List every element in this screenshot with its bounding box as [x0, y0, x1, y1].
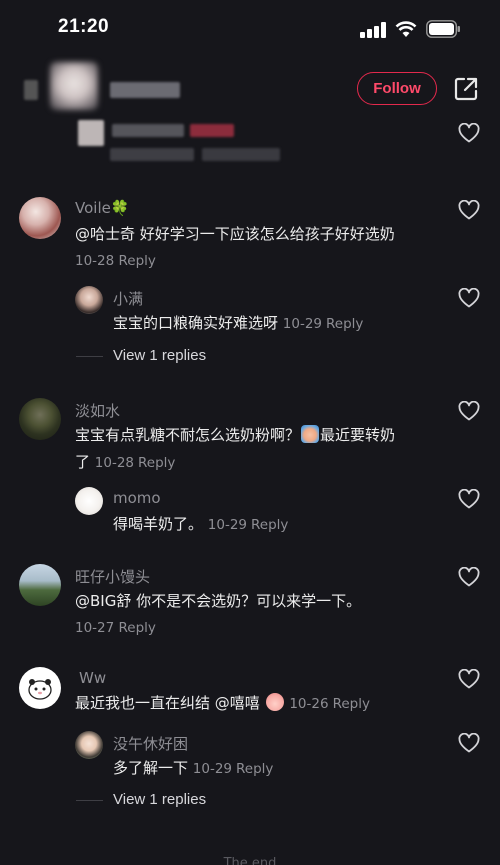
follow-button[interactable]: Follow: [357, 72, 437, 105]
reply-date: 10-29: [207, 517, 248, 533]
comment-text-part: 宝宝有点乳糖不耐怎么选奶粉啊？: [75, 426, 301, 444]
reply-text: 得喝羊奶了。 10-29 Reply: [113, 513, 288, 537]
comment-text: 宝宝有点乳糖不耐怎么选奶粉啊？ 最近要转奶: [75, 424, 395, 447]
reply-username[interactable]: 没午休好困: [113, 733, 188, 754]
avatar[interactable]: [19, 564, 61, 606]
share-external-icon[interactable]: [453, 76, 479, 102]
reply-username[interactable]: momo: [113, 489, 161, 507]
view-replies-button[interactable]: View 1 replies: [75, 791, 206, 808]
reply-username[interactable]: 小满: [113, 288, 143, 309]
reply-date: 10-29: [192, 761, 233, 777]
avatar[interactable]: [75, 487, 103, 515]
reply-text-content: 得喝羊奶了。: [113, 515, 204, 533]
status-time: 21:20: [58, 16, 110, 37]
heart-outline-icon[interactable]: [458, 733, 480, 753]
avatar[interactable]: [19, 197, 61, 239]
caption-meta2-blurred: [202, 148, 280, 161]
reply-button[interactable]: Reply: [326, 316, 363, 332]
author-name-blurred: [110, 82, 180, 98]
comment-meta: 10-27 Reply: [75, 620, 156, 636]
comment-meta: 10-26 Reply: [289, 696, 370, 712]
reply-meta: 10-29 Reply: [208, 517, 289, 533]
reply-text: 多了解一下 10-29 Reply: [113, 757, 273, 781]
comment-date: 10-28: [94, 455, 135, 471]
comment-date: 10-27: [75, 620, 115, 636]
heart-outline-icon[interactable]: [458, 288, 480, 308]
reply-text-content: 多了解一下: [113, 759, 189, 777]
comment-text: @哈士奇 好好学习一下应该怎么给孩子好好选奶: [75, 225, 395, 243]
comment-username[interactable]: 淡如水: [75, 400, 120, 421]
reply-button[interactable]: Reply: [119, 620, 156, 636]
comment-meta: 10-28 Reply: [95, 455, 176, 471]
reply-meta: 10-29 Reply: [283, 316, 364, 332]
comment-date: 10-28: [75, 253, 115, 269]
comment-date: 10-26: [289, 696, 329, 712]
caption-meta-blurred: [110, 148, 194, 161]
caption-avatar-blurred: [78, 120, 104, 146]
wifi-icon: [395, 21, 417, 37]
comment-text-part: 最近要转奶: [320, 426, 396, 444]
reply-button[interactable]: Reply: [333, 696, 370, 712]
panda-sticker-icon: [28, 679, 52, 700]
author-avatar[interactable]: [50, 62, 98, 110]
back-arrow-icon[interactable]: [24, 80, 38, 100]
caption-text-blurred: [112, 124, 184, 137]
caption-highlight-blurred: [190, 124, 234, 137]
comment-text-line2: 了 10-28 Reply: [75, 451, 175, 475]
reply-text: 宝宝的口粮确实好难选呀 10-29 Reply: [113, 312, 363, 336]
comment-username[interactable]: 旺仔小馒头: [75, 566, 150, 587]
avatar[interactable]: [19, 398, 61, 440]
reply-button[interactable]: Reply: [236, 761, 273, 777]
cellular-signal-icon: [360, 22, 386, 38]
heart-outline-icon[interactable]: [458, 567, 480, 587]
avatar[interactable]: [75, 731, 103, 759]
reply-button[interactable]: Reply: [138, 455, 175, 471]
comment-text: @BIG舒 你不是不会选奶？可以来学一下。: [75, 592, 362, 610]
heart-outline-icon[interactable]: [458, 200, 480, 220]
peach-face-emoji: [265, 693, 284, 711]
reply-date: 10-29: [282, 316, 323, 332]
reply-button[interactable]: Reply: [119, 253, 156, 269]
comment-username[interactable]: Voile🍀: [75, 199, 130, 217]
reply-text-content: 宝宝的口粮确实好难选呀: [113, 314, 279, 332]
heart-outline-icon[interactable]: [458, 669, 480, 689]
view-replies-button[interactable]: View 1 replies: [75, 347, 206, 364]
comment-text-part: 了: [75, 453, 91, 471]
comment-meta: 10-28 Reply: [75, 253, 156, 269]
comment-username[interactable]: Ww: [79, 669, 106, 687]
heart-outline-icon[interactable]: [458, 123, 480, 143]
avatar[interactable]: [75, 286, 103, 314]
battery-icon: [426, 20, 460, 38]
end-of-list-label: The end: [223, 856, 277, 865]
heart-outline-icon[interactable]: [458, 489, 480, 509]
reply-meta: 10-29 Reply: [193, 761, 274, 777]
heart-outline-icon[interactable]: [458, 401, 480, 421]
baby-bath-emoji: [301, 425, 320, 443]
status-bar: 21:20: [0, 0, 500, 50]
comment-text-part: 最近我也一直在纠结 @嘻嘻: [75, 694, 260, 712]
reply-button[interactable]: Reply: [251, 517, 288, 533]
comment-text: 最近我也一直在纠结 @嘻嘻 10-26 Reply: [75, 692, 370, 716]
